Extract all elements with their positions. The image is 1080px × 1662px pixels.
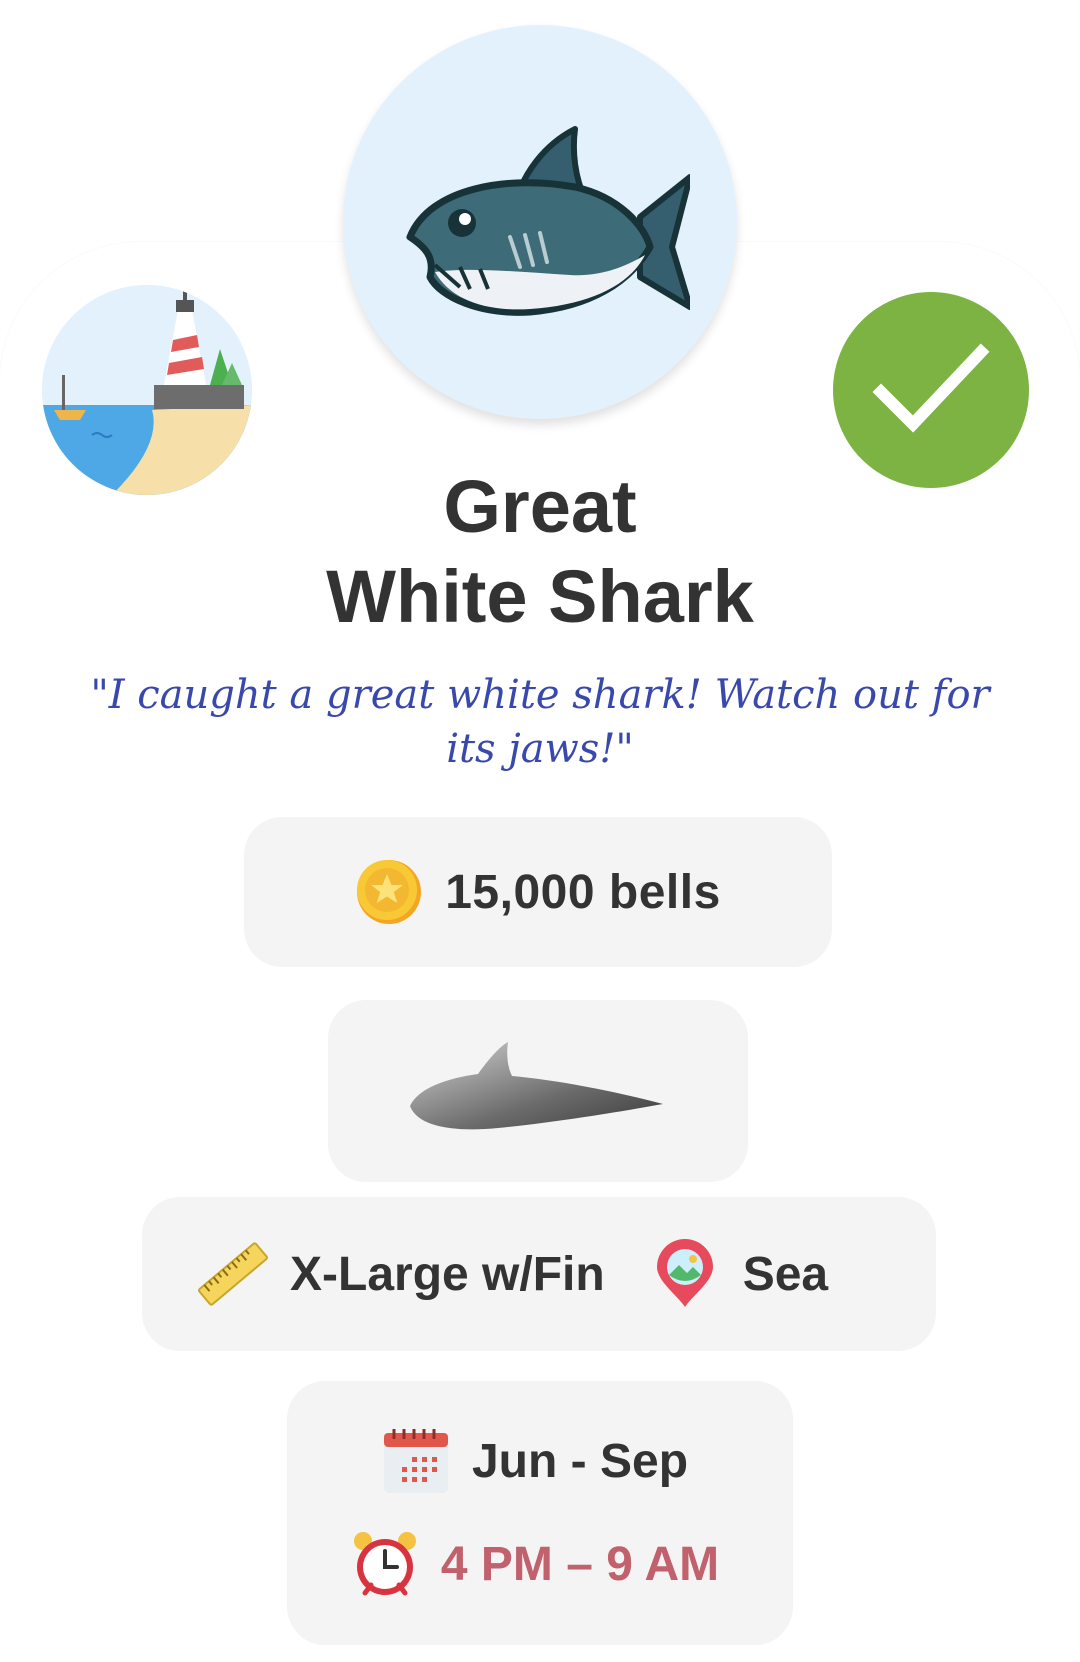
catch-quote: "I caught a great white shark! Watch out… <box>90 672 990 772</box>
location-text: Sea <box>742 1247 829 1301</box>
alarm-clock-icon <box>351 1529 419 1599</box>
calendar-icon <box>382 1427 450 1495</box>
fin-shadow-icon <box>408 1036 668 1146</box>
creature-name-line1: Great <box>443 465 637 548</box>
price-pill: 15,000 bells <box>244 817 832 967</box>
caught-toggle[interactable] <box>833 292 1029 488</box>
hours-text: 4 PM – 9 AM <box>440 1537 720 1591</box>
coin-icon <box>355 858 423 926</box>
creature-name: Great White Shark <box>0 462 1080 642</box>
months-text: Jun - Sep <box>471 1434 689 1488</box>
creature-image <box>343 25 737 419</box>
size-text: X-Large w/Fin <box>290 1247 605 1301</box>
availability-pill: Jun - Sep 4 PM – 9 AM <box>287 1381 793 1645</box>
shark-icon <box>406 126 690 316</box>
checkmark-icon <box>872 343 990 433</box>
creature-name-line2: White Shark <box>326 555 754 638</box>
info-pill: X-Large w/Fin Sea <box>142 1197 936 1351</box>
shadow-pill <box>328 1000 748 1182</box>
ruler-icon <box>198 1239 268 1309</box>
map-pin-icon <box>655 1239 715 1309</box>
price-text: 15,000 bells <box>445 865 721 919</box>
